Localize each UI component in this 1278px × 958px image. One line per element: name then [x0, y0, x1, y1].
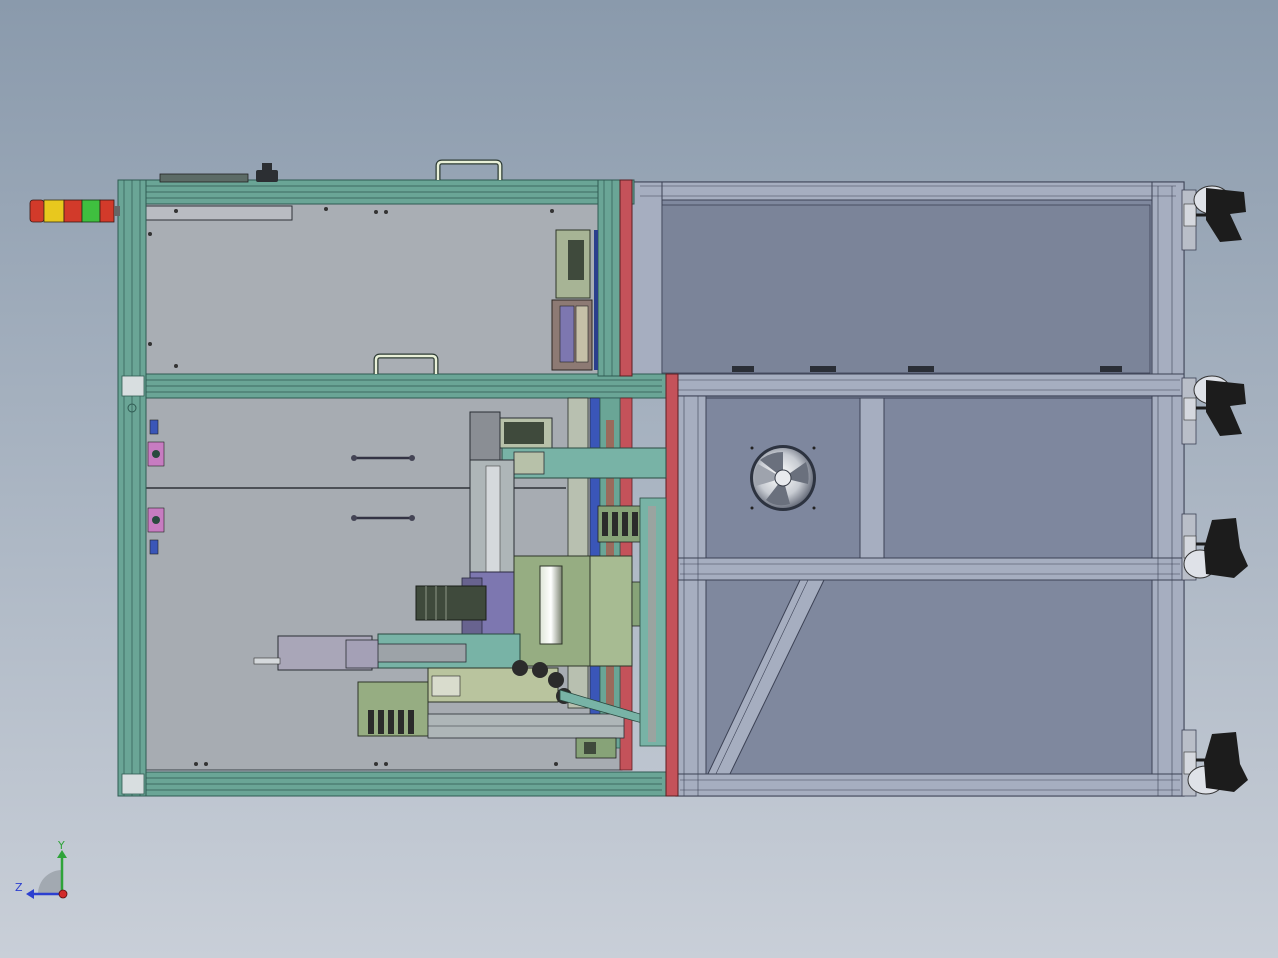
red-divider-lower — [665, 373, 679, 797]
right-cabinet — [631, 181, 1185, 797]
triad-y-label: Y — [57, 839, 65, 852]
cad-viewport[interactable]: Y Z — [0, 0, 1278, 958]
red-divider-upper — [619, 179, 633, 377]
signal-tower-icon — [29, 199, 120, 223]
triad-z-label: Z — [15, 881, 23, 894]
